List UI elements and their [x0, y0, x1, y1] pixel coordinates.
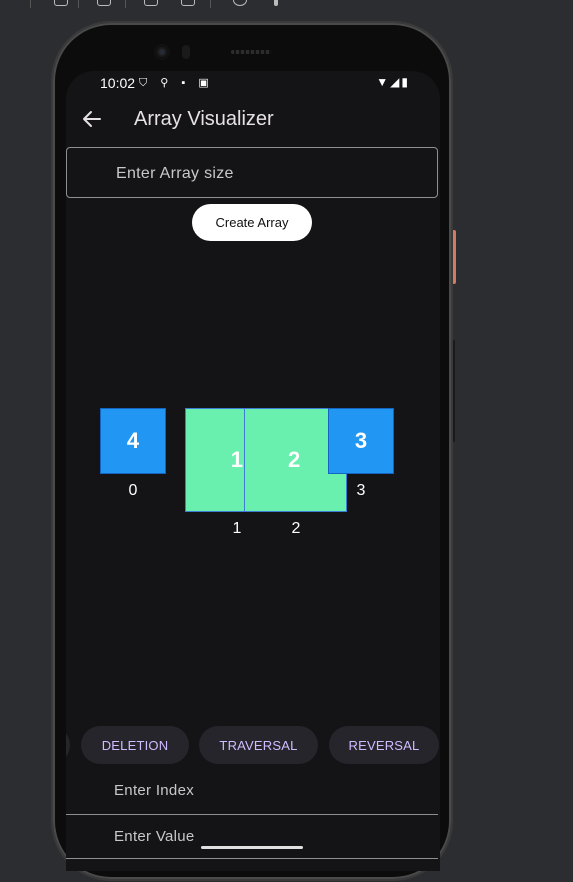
- settings-icon[interactable]: [97, 0, 111, 6]
- earpiece-speaker: [231, 50, 271, 54]
- volume-button: [452, 340, 455, 442]
- chip-partial[interactable]: [66, 726, 70, 764]
- phone-frame: 10:02 ⛉ ⚲ ▪ ▣ ▼◢▮ Array Visualizer Enter…: [53, 23, 451, 879]
- screen-icon[interactable]: [144, 0, 158, 6]
- array-size-placeholder: Enter Array size: [116, 165, 234, 182]
- cell-index: 1: [232, 520, 242, 537]
- front-camera-icon: [154, 44, 170, 60]
- cell-value: 4: [126, 428, 140, 453]
- array-cell[interactable]: 1: [185, 408, 245, 512]
- power-icon[interactable]: [233, 0, 247, 6]
- status-time: 10:02: [100, 75, 136, 91]
- array-cell[interactable]: 4: [100, 408, 166, 474]
- cell-index: 3: [356, 482, 366, 499]
- toolbar-separator: [78, 0, 79, 8]
- status-notification-icons: ⛉ ⚲ ▪ ▣: [139, 77, 214, 89]
- top-app-bar: Array Visualizer: [66, 95, 440, 147]
- cell-value: 1: [230, 447, 243, 472]
- ide-toolbar: [0, 0, 573, 14]
- cell-index: 2: [291, 520, 301, 537]
- status-bar: 10:02 ⛉ ⚲ ▪ ▣ ▼◢▮: [66, 71, 440, 95]
- value-input[interactable]: Enter Value: [66, 816, 438, 860]
- toolbar-separator: [210, 0, 211, 8]
- more-icon[interactable]: [274, 0, 278, 6]
- sensor-icon: [182, 45, 190, 59]
- array-size-input[interactable]: Enter Array size: [66, 147, 438, 198]
- cell-value: 2: [288, 447, 301, 472]
- create-array-button[interactable]: Create Array: [192, 204, 312, 241]
- app-screen: 10:02 ⛉ ⚲ ▪ ▣ ▼◢▮ Array Visualizer Enter…: [66, 71, 440, 871]
- toolbar-separator: [125, 0, 126, 8]
- array-cell[interactable]: 3: [328, 408, 394, 474]
- side-button: [452, 230, 456, 284]
- cell-index: 0: [128, 482, 138, 499]
- page-title: Array Visualizer: [134, 108, 274, 130]
- value-placeholder: Enter Value: [114, 828, 195, 845]
- traversal-chip[interactable]: TRAVERSAL: [199, 726, 318, 764]
- reversal-chip[interactable]: REVERSAL: [329, 726, 439, 764]
- index-underline: [66, 814, 438, 815]
- status-signal-battery-icons: ▼◢▮: [376, 75, 410, 89]
- home-indicator[interactable]: [201, 846, 303, 849]
- back-arrow-icon[interactable]: [80, 107, 104, 131]
- value-underline: [66, 858, 438, 859]
- file-icon[interactable]: [54, 0, 68, 6]
- operation-chips: DELETION TRAVERSAL REVERSAL: [66, 726, 440, 764]
- camera-record-icon[interactable]: [181, 0, 195, 6]
- deletion-chip[interactable]: DELETION: [81, 726, 189, 764]
- index-placeholder: Enter Index: [114, 782, 195, 799]
- toolbar-separator: [30, 0, 31, 8]
- index-input[interactable]: Enter Index: [66, 771, 438, 815]
- cell-value: 3: [354, 428, 368, 453]
